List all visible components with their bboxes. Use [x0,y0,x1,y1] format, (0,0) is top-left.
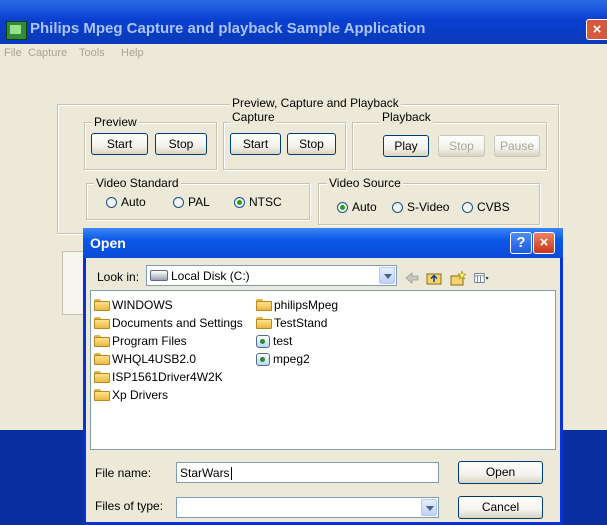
source-svideo-radio[interactable]: S-Video [392,200,449,214]
application-icon [256,334,270,348]
preview-label: Preview [92,115,139,129]
list-item-test[interactable]: test [256,333,292,349]
video-source-label: Video Source [327,176,403,190]
file-name: TestStand [274,316,328,330]
open-button[interactable]: Open [458,461,543,484]
play-button[interactable]: Play [383,135,429,157]
radio-icon [106,196,117,208]
close-icon: × [539,234,549,251]
radio-icon [392,201,403,213]
capture-start-button[interactable]: Start [230,133,281,155]
cancel-button[interactable]: Cancel [458,496,543,519]
pcp-group-label: Preview, Capture and Playback [230,96,401,110]
list-item-isp1561[interactable]: ISP1561Driver4W2K [94,369,223,385]
files-of-type-combo[interactable] [176,497,439,518]
file-name-input[interactable]: StarWars [176,462,439,483]
list-item-whql[interactable]: WHQL4USB2.0 [94,351,196,367]
open-dialog-title: Open [90,235,126,251]
main-title-bar: Philips Mpeg Capture and playback Sample… [0,0,607,44]
new-folder-icon[interactable] [450,270,466,286]
file-list[interactable]: WINDOWS Documents and Settings Program F… [90,290,556,450]
folder-icon [94,353,110,365]
menu-file[interactable]: File [4,47,22,59]
view-menu-icon[interactable] [474,270,490,286]
files-of-type-label: Files of type: [95,499,164,513]
source-cvbs-label: CVBS [477,200,510,214]
source-auto-radio[interactable]: Auto [337,200,377,214]
standard-ntsc-label: NTSC [249,195,282,209]
standard-ntsc-radio[interactable]: NTSC [234,195,282,209]
list-item-mpeg2[interactable]: mpeg2 [256,351,310,367]
capture-stop-button[interactable]: Stop [287,133,336,155]
pause-button[interactable]: Pause [494,135,540,157]
list-item-windows[interactable]: WINDOWS [94,297,173,313]
folder-icon [94,389,110,401]
folder-icon [94,317,110,329]
folder-icon [94,371,110,383]
up-folder-icon[interactable] [426,270,442,286]
file-name: test [273,334,293,348]
list-item-program-files[interactable]: Program Files [94,333,187,349]
list-item-xp-drivers[interactable]: Xp Drivers [94,387,168,403]
folder-icon [256,299,272,311]
folder-icon [256,317,272,329]
source-svideo-label: S-Video [407,200,450,214]
preview-stop-button[interactable]: Stop [155,133,207,155]
file-name: philipsMpeg [274,298,339,312]
standard-pal-label: PAL [188,195,210,209]
menu-capture[interactable]: Capture [28,47,67,59]
preview-start-button[interactable]: Start [91,133,148,155]
video-standard-label: Video Standard [94,176,181,190]
question-icon: ? [516,234,526,251]
file-name: mpeg2 [273,352,310,366]
source-cvbs-radio[interactable]: CVBS [462,200,510,214]
open-dialog-title-bar: Open ? × [83,228,563,258]
list-item-teststand[interactable]: TestStand [256,315,327,331]
list-item-documents[interactable]: Documents and Settings [94,315,243,331]
file-name-value: StarWars [180,466,230,480]
text-caret [230,467,232,481]
playback-stop-button[interactable]: Stop [438,135,485,157]
list-item-philipsmpeg[interactable]: philipsMpeg [256,297,338,313]
menu-bar: File Capture Tools Help [0,44,607,64]
file-name: Documents and Settings [112,316,243,330]
folder-icon [94,335,110,347]
file-name: Xp Drivers [112,388,169,402]
file-name-label: File name: [95,466,152,480]
capture-label: Capture [230,110,277,124]
folder-icon [94,299,110,311]
dialog-close-button[interactable]: × [533,232,555,254]
file-name: Program Files [112,334,187,348]
close-icon: × [592,21,602,38]
radio-selected-icon [337,201,348,213]
radio-selected-icon [234,196,245,208]
look-in-value: Local Disk (C:) [171,269,250,283]
file-name: WINDOWS [112,298,173,312]
app-icon [6,21,27,40]
application-icon [256,352,270,366]
look-in-combo[interactable]: Local Disk (C:) [146,265,397,286]
back-arrow-icon[interactable] [404,270,420,286]
main-close-button[interactable]: × [586,19,607,40]
standard-auto-label: Auto [121,195,146,209]
radio-icon [462,201,473,213]
file-name: WHQL4USB2.0 [112,352,197,366]
file-name: ISP1561Driver4W2K [112,370,223,384]
chevron-down-icon[interactable] [421,499,437,516]
source-auto-label: Auto [352,200,377,214]
standard-pal-radio[interactable]: PAL [173,195,210,209]
chevron-down-icon[interactable] [379,267,395,284]
help-button[interactable]: ? [510,232,532,254]
hard-drive-icon [150,270,168,281]
look-in-label: Look in: [97,270,140,284]
standard-auto-radio[interactable]: Auto [106,195,146,209]
playback-label: Playback [380,110,433,124]
main-window-title: Philips Mpeg Capture and playback Sample… [30,20,426,37]
menu-tools[interactable]: Tools [79,47,105,59]
radio-icon [173,196,184,208]
menu-help[interactable]: Help [121,47,144,59]
